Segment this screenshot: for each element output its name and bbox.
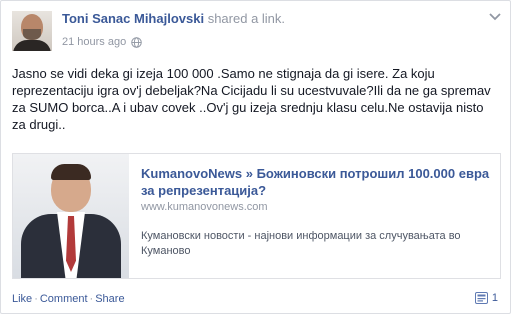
link-body: KumanovoNews » Божиновски потрошил 100.0… [141,165,491,259]
share-link[interactable]: Share [95,293,124,305]
link-url: www.kumanovonews.com [141,201,268,213]
post-timestamp[interactable]: 21 hours ago [62,36,126,48]
link-title[interactable]: KumanovoNews » Божиновски потрошил 100.0… [141,165,491,199]
shared-action-text: shared a link. [207,11,286,26]
link-attachment[interactable]: KumanovoNews » Божиновски потрошил 100.0… [12,153,501,279]
link-description: Кумановски новости - најнови информации … [141,230,461,257]
chevron-down-icon [489,13,501,21]
post-message: Jasno se vidi deka gi izeja 100 000 .Sam… [12,66,491,132]
share-count-value: 1 [491,292,498,304]
globe-icon[interactable] [131,36,142,48]
separator: · [34,293,38,305]
author-name-link[interactable]: Toni Sanac Mihajlovski [62,11,204,26]
post-card: Toni Sanac Mihajlovski shared a link. 21… [0,0,511,314]
post-header: Toni Sanac Mihajlovski shared a link. [62,11,285,26]
share-icon [474,292,488,304]
like-link[interactable]: Like [12,293,32,305]
share-count[interactable]: 1 [474,292,498,304]
post-meta: 21 hours ago [62,36,142,48]
comment-link[interactable]: Comment [40,293,88,305]
author-avatar[interactable] [12,11,52,51]
link-thumbnail[interactable] [13,154,129,278]
post-options-chevron[interactable] [487,9,503,25]
post-actions: Like · Comment · Share [12,293,125,305]
